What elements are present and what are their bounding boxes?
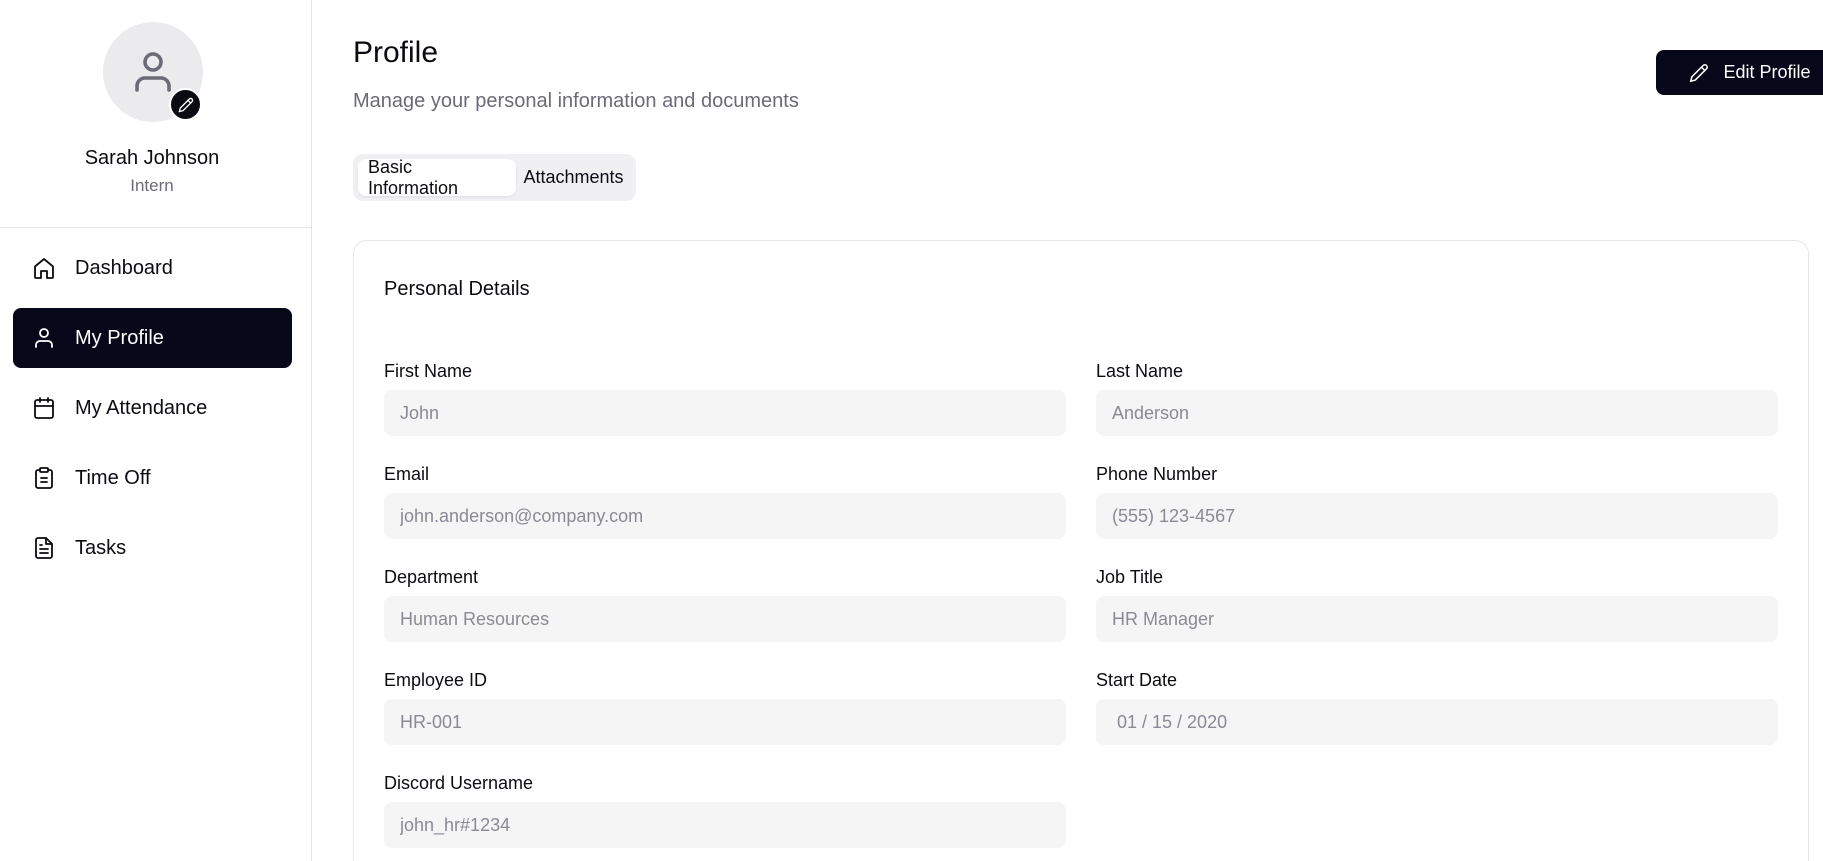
discord-field-group: Discord Username — [384, 773, 1066, 848]
user-placeholder-icon — [135, 52, 171, 92]
app-root: Sarah Johnson Intern Dashboard My Profil… — [0, 0, 1823, 861]
start-date-input[interactable] — [1096, 699, 1778, 745]
pencil-icon — [178, 97, 193, 112]
sidebar-profile: Sarah Johnson Intern — [0, 0, 311, 228]
first-name-label: First Name — [384, 361, 473, 381]
tab-attachments[interactable]: Attachments — [516, 159, 631, 196]
phone-field-group: Phone Number — [1096, 464, 1778, 539]
discord-input[interactable] — [384, 802, 1066, 848]
user-name: Sarah Johnson — [84, 147, 220, 169]
main-content: Profile Manage your personal information… — [353, 0, 1823, 861]
last-name-label: Last Name — [1096, 361, 1184, 381]
edit-profile-label: Edit Profile — [1723, 62, 1811, 82]
sidebar-item-label: Time Off — [75, 466, 151, 489]
home-icon — [32, 256, 56, 280]
discord-label: Discord Username — [384, 773, 534, 793]
personal-details-card: Personal Details First Name Last Name Em… — [353, 240, 1809, 861]
last-name-input[interactable] — [1096, 390, 1778, 436]
avatar-edit-button[interactable] — [169, 88, 202, 121]
employee-id-input[interactable] — [384, 699, 1066, 745]
card-title: Personal Details — [384, 278, 530, 300]
pencil-icon — [1689, 63, 1709, 83]
start-date-field-group: Start Date — [1096, 670, 1778, 745]
calendar-icon — [32, 396, 56, 420]
email-input[interactable] — [384, 493, 1066, 539]
sidebar-item-label: My Profile — [75, 326, 164, 349]
job-title-label: Job Title — [1096, 567, 1164, 587]
email-field-group: Email — [384, 464, 1066, 539]
first-name-field-group: First Name — [384, 361, 1066, 436]
sidebar-item-my-profile[interactable]: My Profile — [13, 308, 292, 368]
sidebar: Sarah Johnson Intern Dashboard My Profil… — [0, 0, 312, 861]
sidebar-item-label: Dashboard — [75, 256, 173, 279]
clipboard-icon — [32, 466, 56, 490]
sidebar-item-tasks[interactable]: Tasks — [13, 518, 292, 578]
job-title-field-group: Job Title — [1096, 567, 1778, 642]
tab-basic-information[interactable]: Basic Information — [358, 157, 516, 198]
employee-id-label: Employee ID — [384, 670, 488, 690]
job-title-input[interactable] — [1096, 596, 1778, 642]
file-text-icon — [32, 536, 56, 560]
department-input[interactable] — [384, 596, 1066, 642]
first-name-input[interactable] — [384, 390, 1066, 436]
sidebar-nav: Dashboard My Profile My Attendance Time … — [13, 238, 292, 588]
edit-profile-button[interactable]: Edit Profile — [1656, 50, 1823, 95]
employee-id-field-group: Employee ID — [384, 670, 1066, 745]
sidebar-item-time-off[interactable]: Time Off — [13, 448, 292, 508]
last-name-field-group: Last Name — [1096, 361, 1778, 436]
email-label: Email — [384, 464, 430, 484]
sidebar-item-my-attendance[interactable]: My Attendance — [13, 378, 292, 438]
sidebar-item-label: Tasks — [75, 536, 127, 559]
user-role: Intern — [130, 176, 174, 195]
profile-tabs: Basic Information Attachments — [353, 154, 636, 201]
department-field-group: Department — [384, 567, 1066, 642]
start-date-label: Start Date — [1096, 670, 1178, 690]
sidebar-item-label: My Attendance — [75, 396, 208, 419]
phone-label: Phone Number — [1096, 464, 1218, 484]
page-subtitle: Manage your personal information and doc… — [353, 90, 799, 112]
sidebar-item-dashboard[interactable]: Dashboard — [13, 238, 292, 298]
department-label: Department — [384, 567, 479, 587]
phone-input[interactable] — [1096, 493, 1778, 539]
page-title: Profile — [353, 36, 439, 69]
user-icon — [32, 326, 56, 350]
